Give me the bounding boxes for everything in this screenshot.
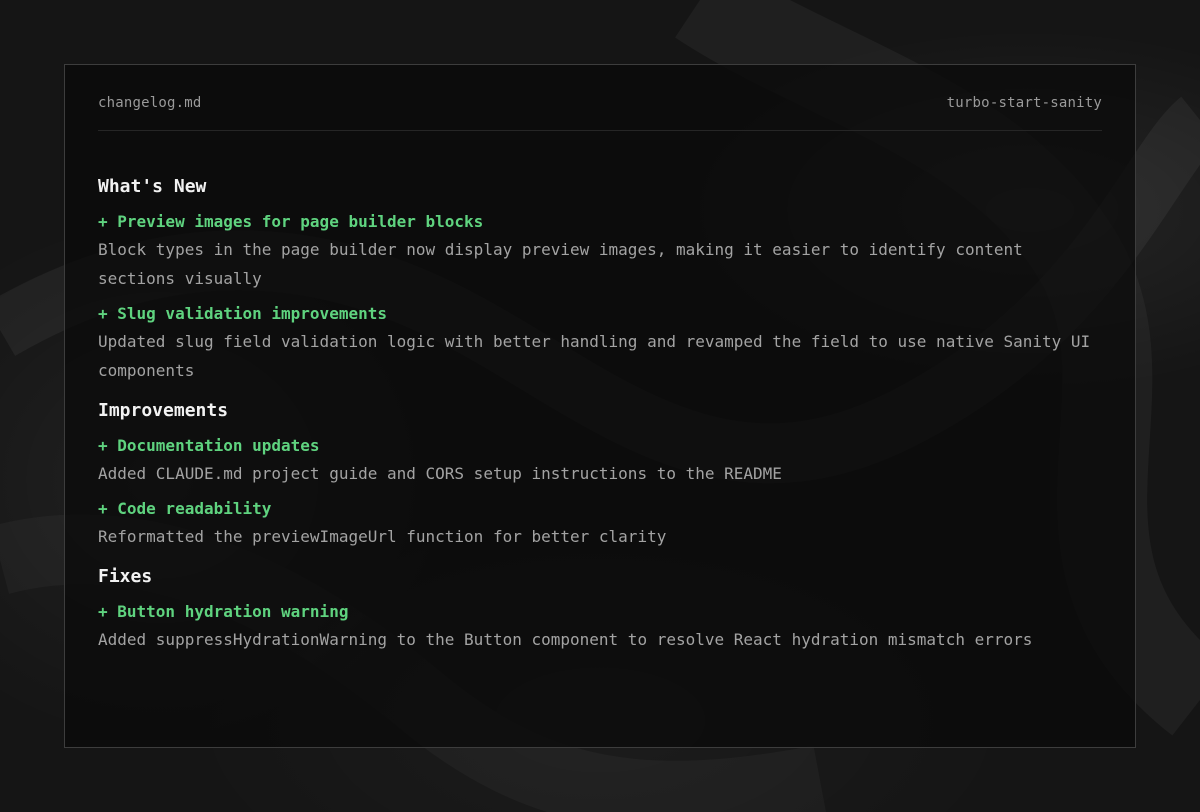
entry-description: Added CLAUDE.md project guide and CORS s… (98, 464, 782, 483)
entry-title: + Code readability (98, 499, 272, 518)
section-title-improvements: Improvements (98, 400, 229, 421)
entry-description: Reformatted the previewImageUrl function… (98, 527, 667, 546)
changelog-panel: changelog.md turbo-start-sanity What's N… (64, 64, 1136, 748)
changelog-entry: + Button hydration warning Added suppres… (98, 601, 1102, 654)
entry-description: Block types in the page builder now disp… (98, 240, 1023, 288)
changelog-entry: + Documentation updates Added CLAUDE.md … (98, 435, 1102, 488)
entry-title: + Documentation updates (98, 436, 320, 455)
entry-title: + Slug validation improvements (98, 304, 387, 323)
entry-title: + Preview images for page builder blocks (98, 212, 484, 231)
file-name: changelog.md (98, 94, 202, 111)
entry-description: Updated slug field validation logic with… (98, 332, 1091, 380)
changelog-entry: + Slug validation improvements Updated s… (98, 303, 1102, 385)
section-title-whats-new: What's New (98, 176, 207, 197)
changelog-content: What's New + Preview images for page bui… (98, 131, 1102, 654)
section-title-fixes: Fixes (98, 566, 153, 587)
project-name: turbo-start-sanity (946, 94, 1102, 111)
entry-description: Added suppressHydrationWarning to the Bu… (98, 630, 1033, 649)
changelog-entry: + Code readability Reformatted the previ… (98, 498, 1102, 551)
changelog-entry: + Preview images for page builder blocks… (98, 211, 1102, 293)
entry-title: + Button hydration warning (98, 602, 349, 621)
panel-header: changelog.md turbo-start-sanity (98, 65, 1102, 131)
